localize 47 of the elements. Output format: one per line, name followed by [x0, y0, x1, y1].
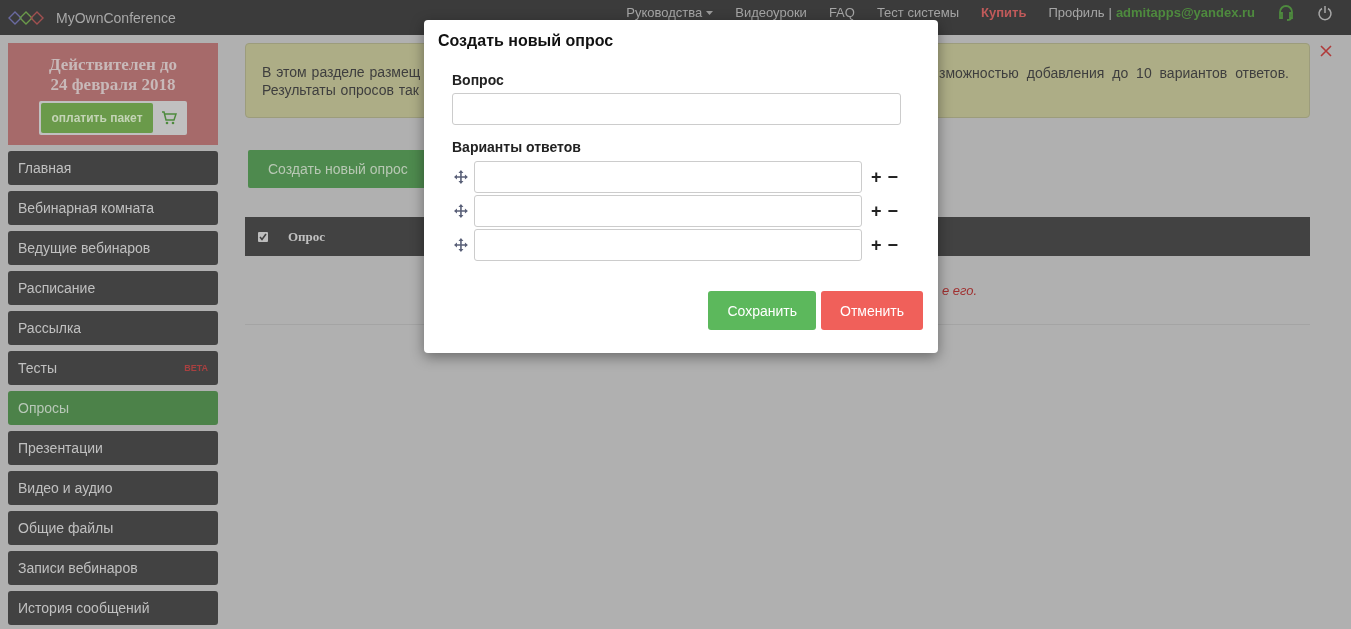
nav-link[interactable]: Видеоуроки: [735, 5, 807, 20]
sidebar-item[interactable]: Записи вебинаров: [8, 551, 218, 585]
remove-button[interactable]: −: [884, 166, 901, 188]
sidebar-item[interactable]: История сообщений: [8, 591, 218, 625]
sidebar-item[interactable]: Тесты BETA: [8, 351, 218, 385]
power-icon[interactable]: [1317, 4, 1333, 21]
add-button[interactable]: +: [867, 234, 885, 256]
nav-link[interactable]: Тест системы: [876, 5, 959, 20]
sidebar-item[interactable]: Главная: [8, 151, 218, 185]
logo-text: MyOwnConference: [56, 9, 176, 26]
sidebar-item[interactable]: Презентации: [8, 431, 218, 465]
headset-icon[interactable]: [1277, 3, 1295, 22]
promo-title: Действителен до 24 февраля 2018: [48, 55, 178, 95]
caret-icon: [706, 10, 714, 15]
answer-field[interactable]: [473, 229, 862, 261]
field-label: Варианты ответов: [452, 139, 582, 155]
answer-field[interactable]: [473, 195, 862, 227]
close-icon[interactable]: [1320, 45, 1332, 57]
dialog-title: Создать новый опрос: [437, 31, 615, 50]
sidebar-item[interactable]: Видео и аудио: [8, 471, 218, 505]
add-button[interactable]: +: [867, 200, 885, 222]
separator: |: [1108, 5, 1112, 20]
sidebar-item[interactable]: Ведущие вебинаров: [8, 231, 218, 265]
nav-link[interactable]: FAQ: [828, 5, 855, 20]
sidebar-item[interactable]: Общие файлы: [8, 511, 218, 545]
move-icon[interactable]: [454, 204, 468, 218]
alert-text: зможностью добавления до 10 вариантов ответов.: [939, 64, 1289, 82]
remove-button[interactable]: −: [884, 200, 901, 222]
nav-link[interactable]: Руководства: [626, 5, 714, 20]
cart-icon[interactable]: [160, 111, 177, 125]
alert-text: В этом разделе размещ Результаты опросов так: [262, 62, 421, 99]
column-header: Опрос: [288, 228, 326, 245]
sidebar-item[interactable]: Вебинарная комната: [8, 191, 218, 225]
move-icon[interactable]: [454, 238, 468, 252]
field-label: Вопрос: [452, 72, 505, 88]
select-all-checkbox[interactable]: [258, 231, 268, 242]
beta-label: BETA: [184, 363, 208, 373]
move-icon[interactable]: [454, 170, 468, 184]
answer-field[interactable]: [473, 161, 862, 193]
sidebar-item[interactable]: Рассылка: [8, 311, 218, 345]
cancel-button[interactable]: Отменить: [821, 291, 923, 330]
add-button[interactable]: +: [867, 166, 885, 188]
empty-message: е его.: [942, 282, 978, 298]
sidebar-item[interactable]: Расписание: [8, 271, 218, 305]
profile-link[interactable]: Профиль: [1048, 5, 1105, 20]
remove-button[interactable]: −: [884, 234, 901, 256]
question-field[interactable]: [452, 93, 901, 125]
